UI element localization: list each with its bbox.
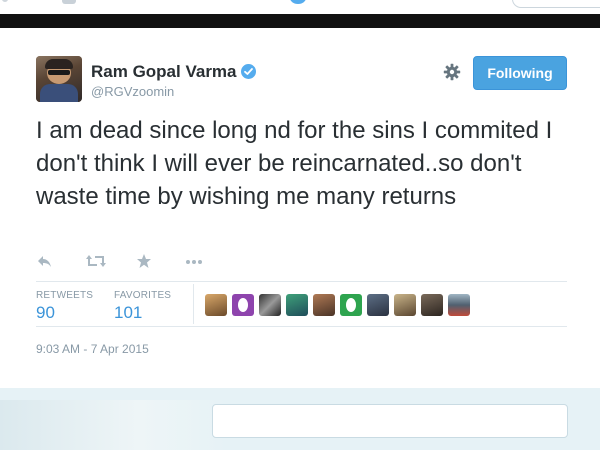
favoriter-avatar[interactable]	[205, 294, 227, 316]
partial-icon	[2, 0, 8, 2]
divider	[36, 326, 567, 327]
browser-top-fragment	[0, 0, 600, 10]
twitter-bird-icon	[290, 0, 306, 4]
tweet-card: Ram Gopal Varma @RGVzoomin Following I a…	[0, 28, 600, 388]
author-handle[interactable]: @RGVzoomin	[91, 84, 174, 99]
partial-icon	[62, 0, 76, 4]
more-icon[interactable]	[184, 253, 204, 269]
favoriter-avatar[interactable]	[394, 294, 416, 316]
gear-icon[interactable]	[443, 63, 461, 81]
favoriter-avatar[interactable]	[448, 294, 470, 316]
following-button[interactable]: Following	[473, 56, 567, 90]
favorites-label: FAVORITES	[114, 290, 172, 301]
search-box-fragment[interactable]	[512, 0, 600, 8]
favorite-icon[interactable]	[136, 253, 156, 269]
favoriter-avatar[interactable]	[367, 294, 389, 316]
reply-icon[interactable]	[36, 253, 56, 269]
tweet-timestamp[interactable]: 9:03 AM - 7 Apr 2015	[36, 342, 149, 356]
reply-area	[0, 388, 600, 450]
retweets-label: RETWEETS	[36, 290, 94, 301]
reply-input[interactable]	[212, 404, 568, 438]
avatar[interactable]	[36, 56, 82, 102]
tweet-text: I am dead since long nd for the sins I c…	[36, 117, 553, 210]
favorites-count[interactable]: 101	[114, 303, 142, 323]
favoriter-avatar[interactable]	[259, 294, 281, 316]
divider	[36, 281, 567, 282]
favoriter-avatar[interactable]	[286, 294, 308, 316]
stats-divider	[193, 284, 194, 324]
favoriter-avatar[interactable]	[421, 294, 443, 316]
retweets-count[interactable]: 90	[36, 303, 55, 323]
verified-badge-icon	[241, 64, 256, 79]
favoriter-avatar[interactable]	[313, 294, 335, 316]
retweet-icon[interactable]	[86, 253, 106, 269]
favoriter-avatar[interactable]	[232, 294, 254, 316]
author-name[interactable]: Ram Gopal Varma	[91, 62, 237, 82]
top-nav-bar	[0, 14, 600, 28]
favoriter-avatar[interactable]	[340, 294, 362, 316]
